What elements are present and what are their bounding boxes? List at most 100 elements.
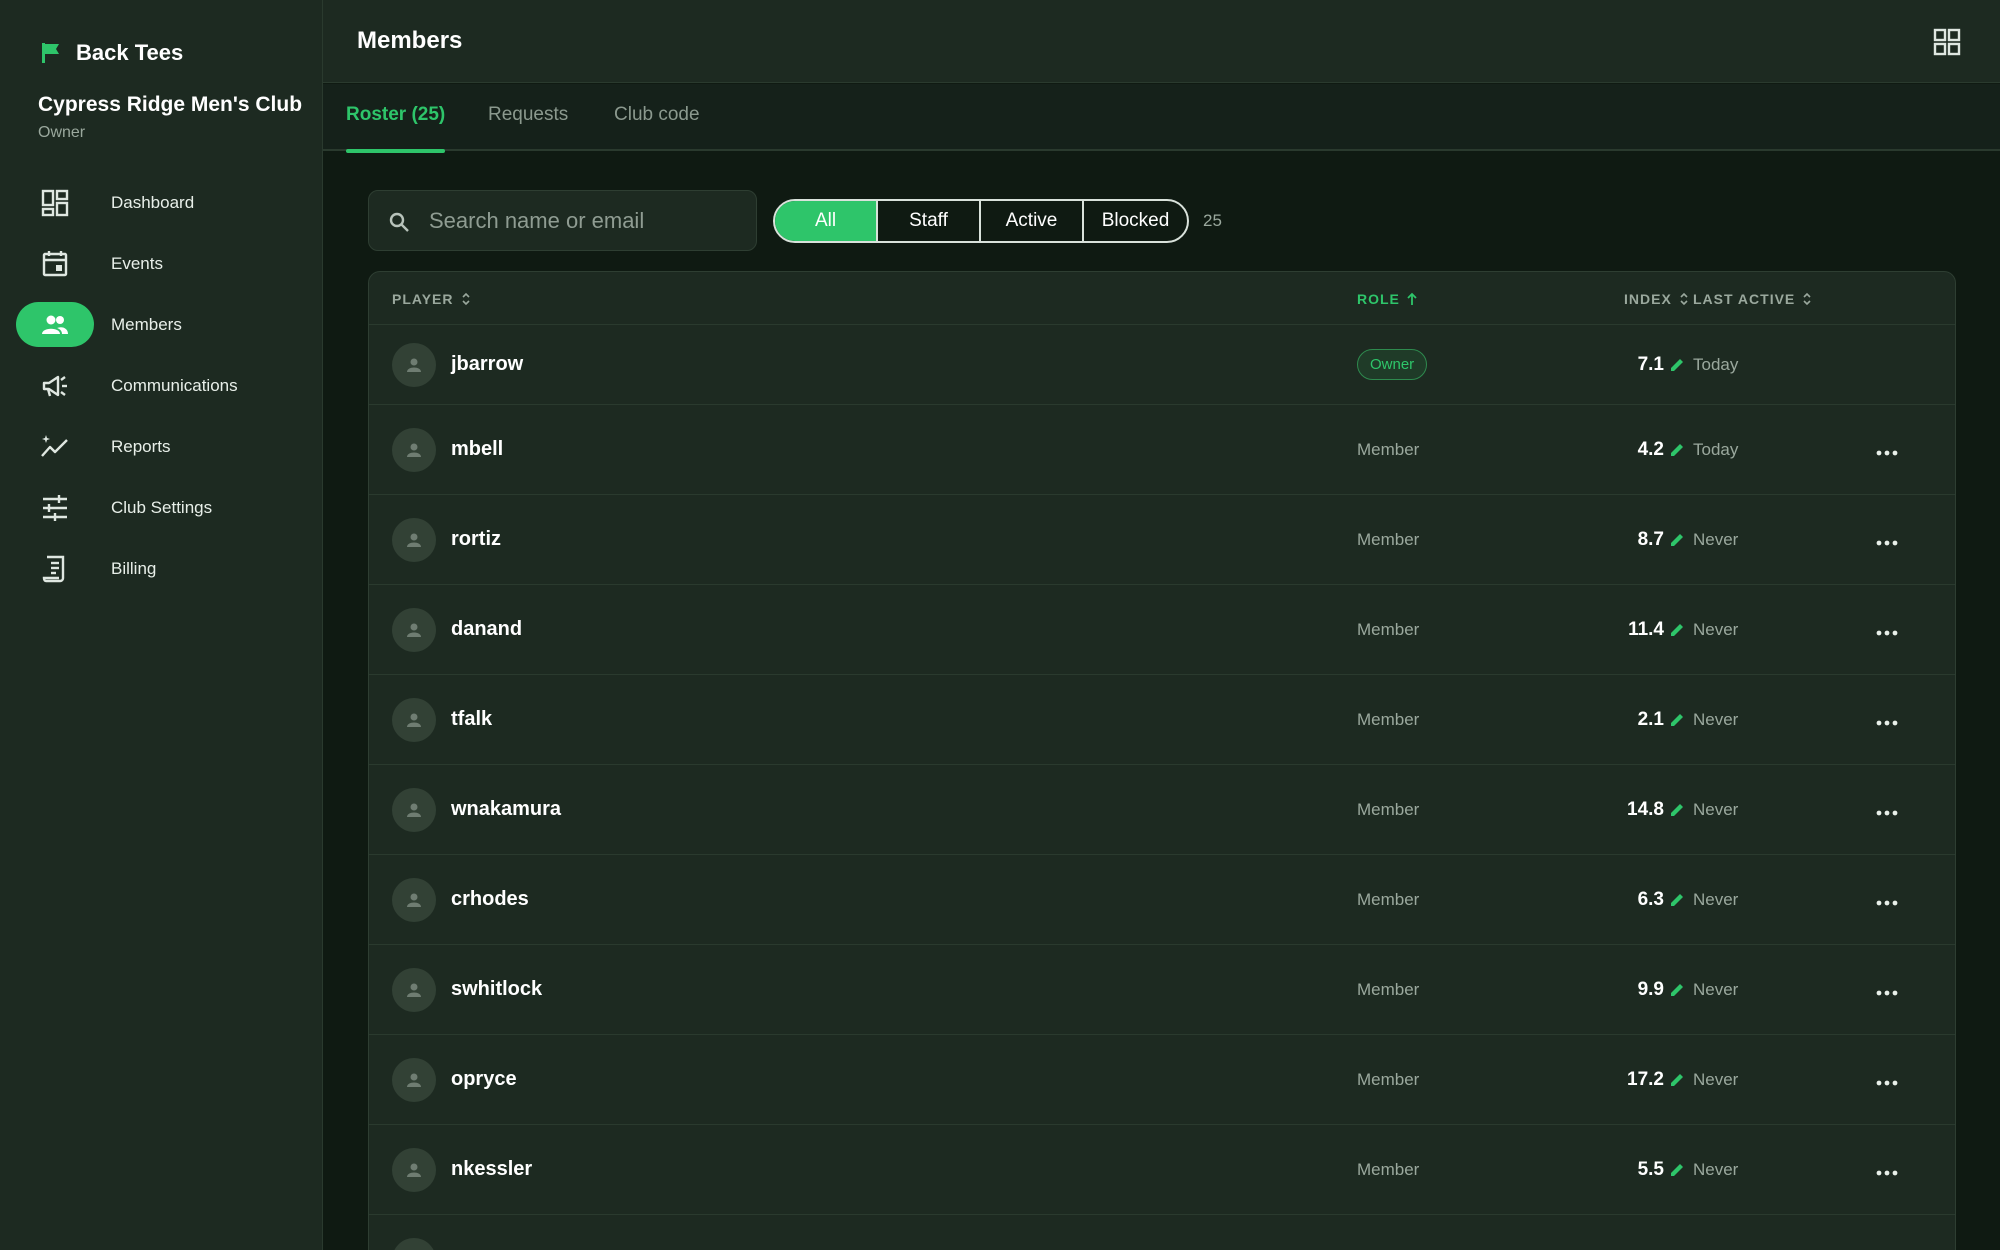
pencil-icon bbox=[1669, 622, 1685, 638]
player-name[interactable]: crhodes bbox=[451, 888, 529, 911]
more-actions-button[interactable] bbox=[1875, 985, 1899, 996]
person-icon bbox=[405, 1071, 423, 1089]
table-row[interactable]: swhitlock Member 9.9 Never bbox=[369, 945, 1955, 1035]
flag-icon bbox=[42, 43, 59, 63]
pencil-icon bbox=[1669, 1072, 1685, 1088]
edit-index-button[interactable] bbox=[1669, 442, 1685, 458]
pencil-icon bbox=[1669, 1162, 1685, 1178]
edit-index-button[interactable] bbox=[1669, 712, 1685, 728]
person-icon bbox=[405, 531, 423, 549]
player-name[interactable]: jbarrow bbox=[451, 353, 523, 376]
person-icon bbox=[405, 621, 423, 639]
table-row[interactable]: tfalk Member 2.1 Never bbox=[369, 675, 1955, 765]
player-name[interactable]: opryce bbox=[451, 1068, 517, 1091]
column-header-last-active[interactable]: LAST ACTIVE bbox=[1693, 291, 1813, 307]
avatar bbox=[392, 1058, 436, 1102]
sidebar-item-label: Reports bbox=[111, 436, 171, 456]
sliders-icon bbox=[16, 485, 94, 530]
table-row[interactable] bbox=[369, 1215, 1955, 1250]
column-header-role[interactable]: ROLE bbox=[1357, 291, 1418, 307]
top-bar: Members bbox=[323, 0, 2000, 83]
more-actions-button[interactable] bbox=[1875, 895, 1899, 906]
sidebar-item-label: Dashboard bbox=[111, 192, 195, 212]
avatar bbox=[392, 1148, 436, 1192]
edit-index-button[interactable] bbox=[1669, 982, 1685, 998]
last-active: Never bbox=[1693, 800, 1739, 819]
handicap-index: 2.1 bbox=[1637, 709, 1664, 730]
pencil-icon bbox=[1669, 532, 1685, 548]
sidebar-item-members[interactable]: Members bbox=[0, 294, 323, 355]
more-actions-button[interactable] bbox=[1875, 535, 1899, 546]
column-header-index[interactable]: INDEX bbox=[1624, 291, 1690, 307]
trending-icon bbox=[16, 424, 94, 469]
club-role: Owner bbox=[38, 124, 86, 141]
sidebar-item-communications[interactable]: Communications bbox=[0, 355, 323, 416]
edit-index-button[interactable] bbox=[1669, 1162, 1685, 1178]
avatar bbox=[392, 968, 436, 1012]
sidebar-item-dashboard[interactable]: Dashboard bbox=[0, 172, 323, 233]
column-header-player[interactable]: PLAYER bbox=[392, 291, 472, 307]
sidebar-item-club-settings[interactable]: Club Settings bbox=[0, 477, 323, 538]
filter-all[interactable]: All bbox=[775, 201, 878, 241]
edit-index-button[interactable] bbox=[1669, 622, 1685, 638]
avatar bbox=[392, 343, 436, 387]
table-row[interactable]: mbell Member 4.2 Today bbox=[369, 405, 1955, 495]
grid-view-button[interactable] bbox=[1932, 27, 1962, 57]
sidebar-item-reports[interactable]: Reports bbox=[0, 416, 323, 477]
last-active: Today bbox=[1693, 355, 1739, 374]
arrow-up-icon bbox=[1407, 292, 1417, 305]
table-row[interactable]: crhodes Member 6.3 Never bbox=[369, 855, 1955, 945]
filter-blocked[interactable]: Blocked bbox=[1084, 201, 1187, 241]
player-name[interactable]: tfalk bbox=[451, 708, 492, 731]
avatar bbox=[392, 1238, 436, 1250]
player-name[interactable]: mbell bbox=[451, 438, 503, 461]
filter-active[interactable]: Active bbox=[981, 201, 1084, 241]
handicap-index: 6.3 bbox=[1637, 889, 1664, 910]
player-name[interactable]: rortiz bbox=[451, 528, 501, 551]
last-active: Never bbox=[1693, 1160, 1739, 1179]
sidebar-item-label: Billing bbox=[111, 558, 157, 578]
handicap-index: 17.2 bbox=[1627, 1069, 1664, 1090]
table-row[interactable]: opryce Member 17.2 Never bbox=[369, 1035, 1955, 1125]
table-row[interactable]: danand Member 11.4 Never bbox=[369, 585, 1955, 675]
grid-icon bbox=[1933, 28, 1961, 56]
last-active: Never bbox=[1693, 980, 1739, 999]
table-row[interactable]: jbarrow Owner 7.1 Today bbox=[369, 325, 1955, 405]
more-actions-button[interactable] bbox=[1875, 1075, 1899, 1086]
player-name[interactable]: wnakamura bbox=[451, 798, 561, 821]
handicap-index: 14.8 bbox=[1627, 799, 1664, 820]
edit-index-button[interactable] bbox=[1669, 532, 1685, 548]
more-actions-button[interactable] bbox=[1875, 805, 1899, 816]
tab-club-code[interactable]: Club code bbox=[614, 104, 700, 151]
more-actions-button[interactable] bbox=[1875, 625, 1899, 636]
person-icon bbox=[405, 801, 423, 819]
search-input[interactable] bbox=[429, 191, 749, 250]
avatar bbox=[392, 518, 436, 562]
edit-index-button[interactable] bbox=[1669, 892, 1685, 908]
edit-index-button[interactable] bbox=[1669, 802, 1685, 818]
table-row[interactable]: wnakamura Member 14.8 Never bbox=[369, 765, 1955, 855]
table-row[interactable]: rortiz Member 8.7 Never bbox=[369, 495, 1955, 585]
pencil-icon bbox=[1669, 892, 1685, 908]
player-name[interactable]: danand bbox=[451, 618, 522, 641]
edit-index-button[interactable] bbox=[1669, 357, 1685, 373]
filter-staff[interactable]: Staff bbox=[878, 201, 981, 241]
tab-roster[interactable]: Roster (25) bbox=[346, 104, 446, 153]
sidebar-item-events[interactable]: Events bbox=[0, 233, 323, 294]
avatar bbox=[392, 428, 436, 472]
player-name[interactable]: nkessler bbox=[451, 1158, 532, 1181]
sidebar-item-billing[interactable]: Billing bbox=[0, 538, 323, 599]
more-actions-button[interactable] bbox=[1875, 1165, 1899, 1176]
role-text: Member bbox=[1357, 440, 1420, 459]
more-actions-button[interactable] bbox=[1875, 715, 1899, 726]
brand[interactable]: Back Tees bbox=[40, 40, 183, 66]
player-name[interactable]: swhitlock bbox=[451, 978, 542, 1001]
handicap-index: 11.4 bbox=[1628, 619, 1664, 640]
tab-requests[interactable]: Requests bbox=[488, 104, 568, 151]
edit-index-button[interactable] bbox=[1669, 1072, 1685, 1088]
table-row[interactable]: nkessler Member 5.5 Never bbox=[369, 1125, 1955, 1215]
role-text: Member bbox=[1357, 620, 1420, 639]
more-actions-button[interactable] bbox=[1875, 445, 1899, 456]
avatar bbox=[392, 788, 436, 832]
role-text: Member bbox=[1357, 1160, 1420, 1179]
